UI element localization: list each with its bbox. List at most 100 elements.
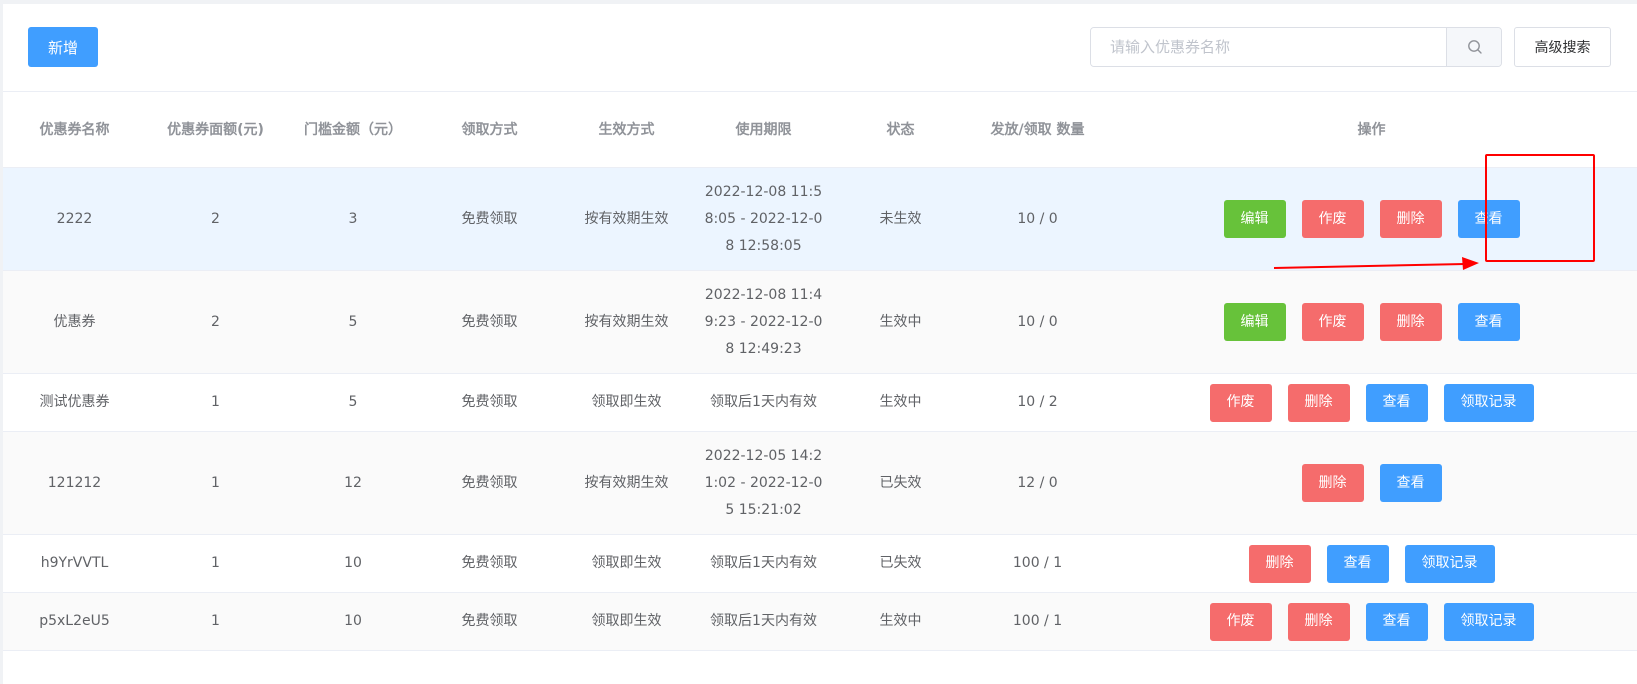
cell-count: 10 / 0: [969, 167, 1106, 271]
view-button[interactable]: 查看: [1326, 544, 1389, 583]
cell-count: 10 / 2: [969, 373, 1106, 432]
table-row[interactable]: 2222 2 3 免费领取 按有效期生效 2022-12-08 11:58:05…: [3, 167, 1637, 271]
cell-amount: 1: [146, 534, 285, 593]
search-input[interactable]: [1091, 28, 1446, 66]
cell-name: h9YrVVTL: [3, 534, 146, 593]
cell-status: 生效中: [832, 592, 969, 651]
cell-effect-method: 按有效期生效: [558, 167, 695, 271]
view-button[interactable]: 查看: [1457, 303, 1520, 341]
delete-button[interactable]: 删除: [1301, 464, 1364, 502]
void-button[interactable]: 作废: [1209, 383, 1272, 422]
col-header-claim-method[interactable]: 领取方式: [421, 92, 558, 168]
edit-button[interactable]: 编辑: [1223, 303, 1286, 341]
col-header-name[interactable]: 优惠券名称: [3, 92, 146, 168]
cell-threshold: 5: [285, 270, 421, 374]
delete-button[interactable]: 删除: [1379, 200, 1442, 238]
cell-effect-method: 领取即生效: [558, 592, 695, 651]
cell-effect-method: 领取即生效: [558, 534, 695, 593]
cell-threshold: 5: [285, 373, 421, 432]
delete-button[interactable]: 删除: [1287, 602, 1350, 641]
advanced-search-button[interactable]: 高级搜索: [1514, 27, 1611, 67]
cell-actions: 删除 查看: [1106, 431, 1637, 535]
toolbar: 新增 高级搜索: [3, 4, 1637, 92]
table-row[interactable]: 测试优惠券 1 5 免费领取 领取即生效 领取后1天内有效 生效中 10 / 2…: [3, 373, 1637, 432]
col-header-status[interactable]: 状态: [832, 92, 969, 168]
cell-period: 2022-12-08 11:58:05 - 2022-12-08 12:58:0…: [695, 167, 832, 271]
cell-amount: 1: [146, 373, 285, 432]
cell-period: 领取后1天内有效: [695, 592, 832, 651]
col-header-count[interactable]: 发放/领取 数量: [969, 92, 1106, 168]
add-button[interactable]: 新增: [28, 27, 98, 67]
table-row[interactable]: 121212 1 12 免费领取 按有效期生效 2022-12-05 14:21…: [3, 431, 1637, 535]
cell-period: 2022-12-05 14:21:02 - 2022-12-05 15:21:0…: [695, 431, 832, 535]
cell-status: 生效中: [832, 270, 969, 374]
cell-actions: 编辑 作废 删除 查看: [1106, 167, 1637, 271]
cell-status: 未生效: [832, 167, 969, 271]
cell-name: p5xL2eU5: [3, 592, 146, 651]
cell-count: 100 / 1: [969, 534, 1106, 593]
cell-period: 领取后1天内有效: [695, 373, 832, 432]
col-header-effect-method[interactable]: 生效方式: [558, 92, 695, 168]
cell-amount: 1: [146, 592, 285, 651]
cell-claim-method: 免费领取: [421, 373, 558, 432]
col-header-actions: 操作: [1106, 92, 1637, 168]
delete-button[interactable]: 删除: [1379, 303, 1442, 341]
coupon-list-panel: 新增 高级搜索 优惠券名称 优惠券面额(元) 门槛金额（元） 领取方式 生效方式: [3, 4, 1637, 684]
search-box: [1090, 27, 1502, 67]
claim-records-button[interactable]: 领取记录: [1443, 383, 1534, 422]
cell-amount: 2: [146, 167, 285, 271]
cell-actions: 作废 删除 查看 领取记录: [1106, 592, 1637, 651]
void-button[interactable]: 作废: [1209, 602, 1272, 641]
cell-effect-method: 按有效期生效: [558, 431, 695, 535]
cell-period: 2022-12-08 11:49:23 - 2022-12-08 12:49:2…: [695, 270, 832, 374]
cell-claim-method: 免费领取: [421, 431, 558, 535]
col-header-amount[interactable]: 优惠券面额(元): [146, 92, 285, 168]
delete-button[interactable]: 删除: [1287, 383, 1350, 422]
search-button[interactable]: [1446, 28, 1501, 66]
void-button[interactable]: 作废: [1301, 200, 1364, 238]
delete-button[interactable]: 删除: [1248, 544, 1311, 583]
search-icon: [1468, 40, 1482, 54]
edit-button[interactable]: 编辑: [1223, 200, 1286, 238]
cell-status: 已失效: [832, 431, 969, 535]
cell-amount: 2: [146, 270, 285, 374]
cell-actions: 删除 查看 领取记录: [1106, 534, 1637, 593]
claim-records-button[interactable]: 领取记录: [1404, 544, 1495, 583]
view-button[interactable]: 查看: [1365, 602, 1428, 641]
cell-count: 12 / 0: [969, 431, 1106, 535]
table-header-row: 优惠券名称 优惠券面额(元) 门槛金额（元） 领取方式 生效方式 使用期限 状态…: [3, 92, 1637, 168]
cell-name: 优惠券: [3, 270, 146, 374]
view-button[interactable]: 查看: [1457, 200, 1520, 238]
col-header-threshold[interactable]: 门槛金额（元）: [285, 92, 421, 168]
cell-status: 生效中: [832, 373, 969, 432]
cell-claim-method: 免费领取: [421, 167, 558, 271]
coupon-table: 优惠券名称 优惠券面额(元) 门槛金额（元） 领取方式 生效方式 使用期限 状态…: [3, 92, 1637, 651]
cell-claim-method: 免费领取: [421, 270, 558, 374]
cell-threshold: 10: [285, 534, 421, 593]
cell-count: 100 / 1: [969, 592, 1106, 651]
cell-claim-method: 免费领取: [421, 592, 558, 651]
table-row[interactable]: h9YrVVTL 1 10 免费领取 领取即生效 领取后1天内有效 已失效 10…: [3, 534, 1637, 593]
cell-threshold: 10: [285, 592, 421, 651]
cell-amount: 1: [146, 431, 285, 535]
cell-effect-method: 按有效期生效: [558, 270, 695, 374]
cell-threshold: 12: [285, 431, 421, 535]
cell-name: 121212: [3, 431, 146, 535]
cell-claim-method: 免费领取: [421, 534, 558, 593]
cell-count: 10 / 0: [969, 270, 1106, 374]
view-button[interactable]: 查看: [1379, 464, 1442, 502]
cell-actions: 编辑 作废 删除 查看: [1106, 270, 1637, 374]
table-row[interactable]: 优惠券 2 5 免费领取 按有效期生效 2022-12-08 11:49:23 …: [3, 270, 1637, 374]
cell-name: 2222: [3, 167, 146, 271]
cell-name: 测试优惠券: [3, 373, 146, 432]
table-row[interactable]: p5xL2eU5 1 10 免费领取 领取即生效 领取后1天内有效 生效中 10…: [3, 592, 1637, 651]
cell-effect-method: 领取即生效: [558, 373, 695, 432]
cell-period: 领取后1天内有效: [695, 534, 832, 593]
cell-status: 已失效: [832, 534, 969, 593]
col-header-period[interactable]: 使用期限: [695, 92, 832, 168]
cell-threshold: 3: [285, 167, 421, 271]
claim-records-button[interactable]: 领取记录: [1443, 602, 1534, 641]
cell-actions: 作废 删除 查看 领取记录: [1106, 373, 1637, 432]
void-button[interactable]: 作废: [1301, 303, 1364, 341]
view-button[interactable]: 查看: [1365, 383, 1428, 422]
